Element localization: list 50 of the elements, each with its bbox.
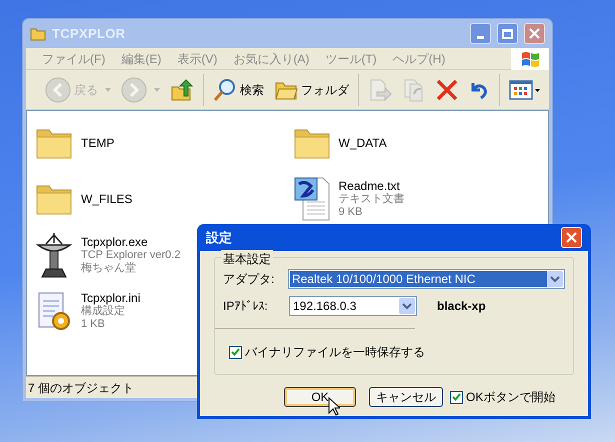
- caret-icon: [105, 88, 111, 92]
- checkbox-label: OKボタンで開始: [466, 389, 556, 406]
- checkbox[interactable]: [229, 346, 242, 358]
- folder-icon: [30, 26, 46, 40]
- file-detail: 9 KB: [338, 206, 364, 218]
- cancel-button[interactable]: キャンセル: [369, 387, 443, 407]
- file-detail: 梅ちゃん堂: [81, 262, 137, 274]
- satellite-dish-icon: [36, 231, 72, 279]
- file-name[interactable]: W_FILES: [81, 192, 132, 206]
- file-name[interactable]: W_DATA: [338, 136, 387, 150]
- checkbox-label: バイナリファイルを一時保存する: [245, 344, 425, 361]
- file-detail: 1 KB: [81, 318, 106, 330]
- maximize-button[interactable]: [497, 23, 518, 44]
- folders-button[interactable]: フォルダ: [271, 74, 352, 106]
- checkmark-icon: [452, 393, 461, 401]
- window-title: TCPXPLOR: [52, 24, 126, 43]
- ok-button[interactable]: OK: [284, 387, 356, 407]
- views-icon: [509, 78, 541, 100]
- status-text: 7 個のオブジェクト: [28, 380, 134, 396]
- folder-up-icon: [170, 78, 194, 102]
- checkmark-icon: [231, 348, 240, 356]
- minimize-button[interactable]: [470, 23, 491, 44]
- search-icon: [213, 78, 237, 102]
- move-to-icon: [368, 78, 392, 102]
- file-detail: 構成設定: [81, 304, 126, 318]
- search-button[interactable]: 検索: [210, 74, 267, 106]
- close-button[interactable]: [561, 227, 582, 248]
- adapter-label: アダプタ:: [223, 271, 276, 288]
- windows-flag-icon: [520, 50, 540, 68]
- caret-icon: [154, 88, 160, 92]
- close-button[interactable]: [524, 23, 545, 44]
- dropdown-value: Realtek 10/100/1000 Ethernet NIC: [290, 271, 547, 287]
- delete-icon: [436, 78, 458, 100]
- host-name: black-xp: [437, 298, 486, 315]
- ip-address-dropdown[interactable]: 192.168.0.3: [289, 296, 417, 316]
- group-label: 基本設定: [221, 250, 273, 268]
- checkbox[interactable]: [450, 390, 463, 404]
- text-document-icon: [292, 176, 330, 222]
- close-icon: [566, 232, 577, 243]
- ip-address-label: IPｱﾄﾞﾚｽ:: [223, 298, 269, 315]
- file-detail: TCP Explorer ver0.2: [81, 248, 180, 262]
- file-name[interactable]: Readme.txt: [338, 180, 404, 192]
- file-name[interactable]: Tcpxplor.ini: [81, 292, 140, 304]
- file-name[interactable]: TEMP: [81, 136, 114, 150]
- mouse-pointer-icon: [328, 397, 340, 416]
- adapter-dropdown[interactable]: Realtek 10/100/1000 Ethernet NIC: [288, 269, 565, 289]
- file-name[interactable]: Tcpxplor.exe: [81, 236, 180, 248]
- file-detail: テキスト文書: [338, 192, 404, 206]
- dialog-title: 設定: [206, 228, 233, 247]
- close-icon: [529, 28, 540, 39]
